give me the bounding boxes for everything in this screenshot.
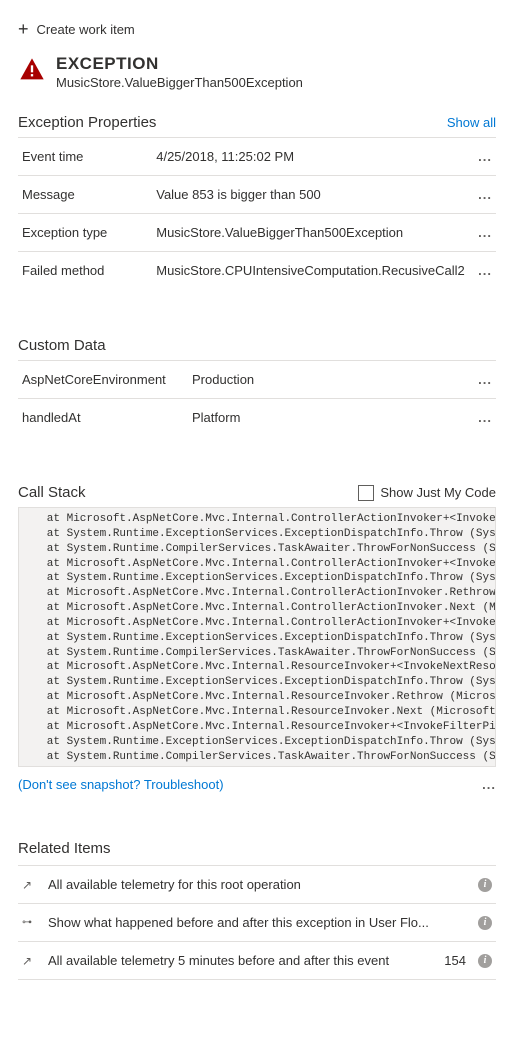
property-row: Message Value 853 is bigger than 500 ... — [18, 176, 496, 214]
custom-data-table: AspNetCoreEnvironment Production ... han… — [18, 360, 496, 436]
related-items-heading: Related Items — [18, 840, 496, 857]
troubleshoot-row: (Don't see snapshot? Troubleshoot) ... — [18, 777, 496, 792]
property-value: Value 853 is bigger than 500 — [152, 176, 469, 214]
create-work-item-button[interactable]: + Create work item — [18, 12, 496, 54]
custom-data-section-header: Custom Data — [18, 337, 496, 354]
related-item[interactable]: ⊶ Show what happened before and after th… — [18, 903, 496, 941]
more-actions-icon[interactable]: ... — [469, 176, 496, 214]
related-item-text: All available telemetry for this root op… — [48, 877, 454, 892]
properties-table: Event time 4/25/2018, 11:25:02 PM ... Me… — [18, 137, 496, 289]
more-actions-icon[interactable]: ... — [469, 214, 496, 252]
flow-icon: ⊶ — [22, 917, 36, 928]
more-actions-icon[interactable]: ... — [466, 777, 496, 792]
more-actions-icon[interactable]: ... — [466, 399, 496, 437]
related-items-section: Related Items ↗ All available telemetry … — [18, 840, 496, 980]
property-label: Event time — [18, 138, 152, 176]
custom-data-value: Production — [188, 361, 466, 399]
custom-data-label: AspNetCoreEnvironment — [18, 361, 188, 399]
related-item[interactable]: ↗ All available telemetry for this root … — [18, 865, 496, 903]
callstack-content[interactable]: at Microsoft.AspNetCore.Mvc.Internal.Con… — [18, 507, 496, 767]
related-item-text: Show what happened before and after this… — [48, 915, 454, 930]
troubleshoot-link[interactable]: (Don't see snapshot? Troubleshoot) — [18, 777, 224, 792]
related-item-count: 154 — [444, 953, 466, 968]
property-value: MusicStore.CPUIntensiveComputation.Recus… — [152, 252, 469, 290]
show-just-my-code-label: Show Just My Code — [380, 485, 496, 500]
properties-heading: Exception Properties — [18, 114, 156, 131]
property-label: Failed method — [18, 252, 152, 290]
related-item-text: All available telemetry 5 minutes before… — [48, 953, 432, 968]
checkbox-icon — [358, 485, 374, 501]
property-label: Exception type — [18, 214, 152, 252]
exception-title: EXCEPTION — [56, 54, 303, 74]
property-label: Message — [18, 176, 152, 214]
warning-icon — [18, 56, 46, 84]
show-all-link[interactable]: Show all — [447, 115, 496, 130]
custom-data-row: AspNetCoreEnvironment Production ... — [18, 361, 496, 399]
custom-data-row: handledAt Platform ... — [18, 399, 496, 437]
custom-data-value: Platform — [188, 399, 466, 437]
show-just-my-code-checkbox[interactable]: Show Just My Code — [358, 485, 496, 501]
property-value: MusicStore.ValueBiggerThan500Exception — [152, 214, 469, 252]
info-icon: i — [478, 954, 492, 968]
properties-section-header: Exception Properties Show all — [18, 114, 496, 131]
callstack-section-header: Call Stack Show Just My Code — [18, 484, 496, 501]
info-icon: i — [478, 916, 492, 930]
custom-data-heading: Custom Data — [18, 337, 106, 354]
arrow-up-right-icon: ↗ — [22, 878, 36, 892]
plus-icon: + — [18, 20, 29, 38]
callstack-heading: Call Stack — [18, 484, 86, 501]
property-row: Failed method MusicStore.CPUIntensiveCom… — [18, 252, 496, 290]
property-row: Event time 4/25/2018, 11:25:02 PM ... — [18, 138, 496, 176]
more-actions-icon[interactable]: ... — [469, 252, 496, 290]
arrow-up-right-icon: ↗ — [22, 954, 36, 968]
exception-header: EXCEPTION MusicStore.ValueBiggerThan500E… — [18, 54, 496, 90]
more-actions-icon[interactable]: ... — [466, 361, 496, 399]
info-icon: i — [478, 878, 492, 892]
property-value: 4/25/2018, 11:25:02 PM — [152, 138, 469, 176]
create-work-item-label: Create work item — [37, 22, 135, 37]
more-actions-icon[interactable]: ... — [469, 138, 496, 176]
related-item[interactable]: ↗ All available telemetry 5 minutes befo… — [18, 941, 496, 980]
exception-subtitle: MusicStore.ValueBiggerThan500Exception — [56, 75, 303, 90]
custom-data-label: handledAt — [18, 399, 188, 437]
property-row: Exception type MusicStore.ValueBiggerTha… — [18, 214, 496, 252]
